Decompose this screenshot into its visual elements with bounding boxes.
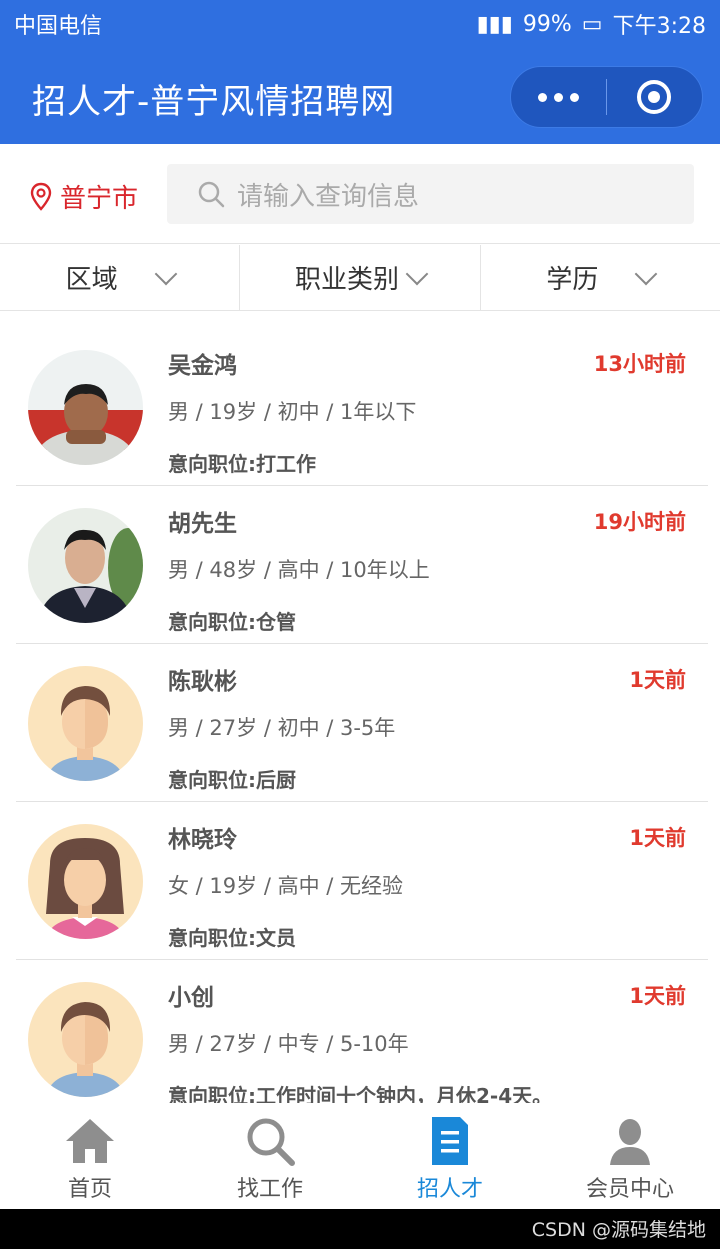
talent-list: 吴金鸿 13小时前 男 / 19岁 / 初中 / 1年以下 意向职位:打工作 胡… (16, 328, 708, 1118)
filter-education[interactable]: 学历 (481, 245, 720, 310)
close-button[interactable] (607, 80, 702, 114)
avatar (28, 508, 143, 623)
bottom-tab-bar: 首页 找工作 招人才 会员中心 (0, 1103, 720, 1209)
location-pin-icon (30, 182, 52, 211)
post-time: 1天前 (629, 984, 686, 1008)
target-icon (637, 80, 672, 114)
search-input[interactable]: 请输入查询信息 (167, 164, 694, 224)
filter-category[interactable]: 职业类别 (240, 245, 481, 310)
clock-label: 下午3:28 (612, 14, 706, 39)
talent-info: 女 / 19岁 / 高中 / 无经验 (168, 874, 403, 898)
talent-card[interactable]: 陈耿彬 1天前 男 / 27岁 / 初中 / 3-5年 意向职位:后厨 (16, 644, 708, 802)
filter-label: 学历 (546, 265, 599, 295)
tab-label: 招人才 (416, 1177, 483, 1202)
tab-label: 找工作 (236, 1177, 303, 1202)
tab-label: 首页 (67, 1177, 112, 1202)
talent-card[interactable]: 小创 1天前 男 / 27岁 / 中专 / 5-10年 意向职位:工作时间十个钟… (16, 960, 708, 1118)
talent-info: 男 / 27岁 / 中专 / 5-10年 (168, 1032, 409, 1056)
filter-label: 区域 (65, 265, 118, 295)
city-selector[interactable]: 普宁市 (30, 178, 138, 215)
chevron-down-icon (405, 262, 429, 285)
search-icon (198, 181, 225, 208)
talent-card[interactable]: 吴金鸿 13小时前 男 / 19岁 / 初中 / 1年以下 意向职位:打工作 (16, 328, 708, 486)
search-icon (247, 1118, 295, 1166)
document-icon (432, 1117, 468, 1165)
signal-icon: ▮▮▮ (476, 11, 513, 37)
post-time: 19小时前 (593, 510, 686, 534)
filter-bar: 区域 职业类别 学历 (0, 245, 720, 311)
chevron-down-icon (154, 262, 177, 285)
tab-member-center[interactable]: 会员中心 (540, 1103, 720, 1209)
desired-position: 意向职位:后厨 (168, 768, 296, 792)
tab-home[interactable]: 首页 (0, 1103, 180, 1209)
avatar (28, 350, 143, 465)
post-time: 1天前 (629, 826, 686, 850)
desired-position: 意向职位:文员 (168, 926, 296, 950)
filter-region[interactable]: 区域 (0, 245, 241, 310)
home-icon (66, 1119, 114, 1163)
talent-name: 小创 (168, 985, 214, 1011)
more-button[interactable] (511, 92, 606, 102)
search-row: 普宁市 请输入查询信息 (0, 144, 720, 244)
miniprogram-capsule (510, 66, 703, 128)
system-nav-bar: CSDN @源码集结地 (0, 1209, 720, 1249)
avatar (28, 982, 143, 1097)
desired-position: 意向职位:打工作 (168, 452, 316, 476)
watermark: CSDN @源码集结地 (531, 1219, 706, 1241)
status-right: ▮▮▮ 99% ▭ 下午3:28 (477, 8, 706, 40)
carrier-label: 中国电信 (14, 14, 103, 39)
talent-info: 男 / 19岁 / 初中 / 1年以下 (168, 400, 417, 424)
user-icon (610, 1119, 650, 1165)
talent-info: 男 / 48岁 / 高中 / 10年以上 (168, 558, 430, 582)
title-bar: 招人才-普宁风情招聘网 (0, 48, 720, 144)
filter-label: 职业类别 (294, 265, 399, 295)
talent-card[interactable]: 林晓玲 1天前 女 / 19岁 / 高中 / 无经验 意向职位:文员 (16, 802, 708, 960)
talent-name: 吴金鸿 (168, 353, 237, 379)
post-time: 13小时前 (593, 352, 686, 376)
tab-label: 会员中心 (585, 1177, 674, 1202)
desired-position: 意向职位:仓管 (168, 610, 296, 634)
chevron-down-icon (635, 262, 658, 285)
talent-name: 林晓玲 (168, 827, 237, 853)
talent-info: 男 / 27岁 / 初中 / 3-5年 (168, 716, 396, 740)
avatar (28, 824, 143, 939)
search-placeholder: 请输入查询信息 (237, 181, 420, 212)
talent-name: 胡先生 (168, 511, 237, 537)
battery-icon: ▭ (581, 11, 603, 37)
post-time: 1天前 (629, 668, 686, 692)
talent-card[interactable]: 胡先生 19小时前 男 / 48岁 / 高中 / 10年以上 意向职位:仓管 (16, 486, 708, 644)
avatar (28, 666, 143, 781)
page-title: 招人才-普宁风情招聘网 (32, 82, 396, 122)
tab-find-job[interactable]: 找工作 (180, 1103, 360, 1209)
tab-recruit-talent[interactable]: 招人才 (360, 1103, 540, 1209)
talent-name: 陈耿彬 (168, 669, 237, 695)
city-label: 普宁市 (60, 184, 139, 214)
status-bar: 中国电信 ▮▮▮ 99% ▭ 下午3:28 (0, 0, 720, 48)
battery-percent: 99% (522, 11, 572, 37)
